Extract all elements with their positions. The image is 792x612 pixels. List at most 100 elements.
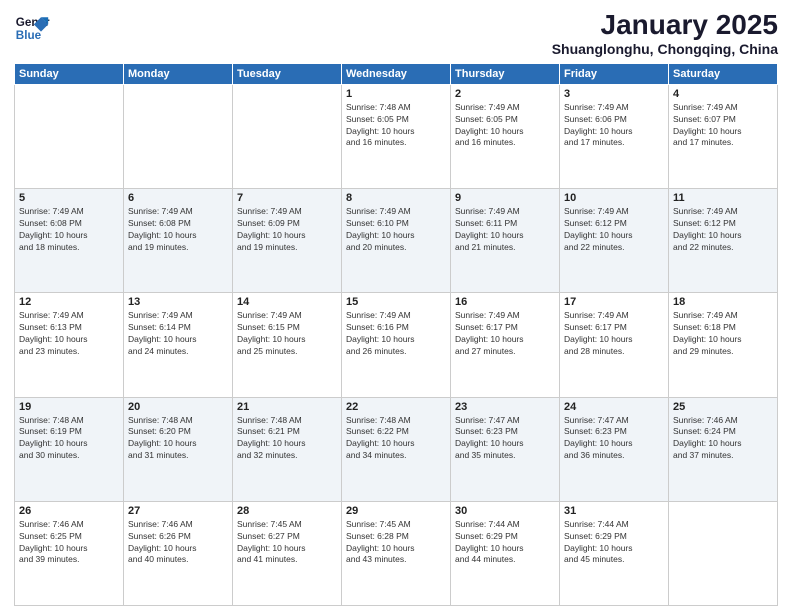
calendar-cell: 17 Sunrise: 7:49 AM Sunset: 6:17 PM Dayli…	[560, 293, 669, 397]
calendar-cell: 7 Sunrise: 7:49 AM Sunset: 6:09 PM Daylig…	[233, 189, 342, 293]
weekday-thursday: Thursday	[451, 63, 560, 84]
day-info: Sunrise: 7:49 AM Sunset: 6:12 PM Dayligh…	[673, 206, 773, 254]
day-number: 19	[19, 401, 119, 413]
day-info: Sunrise: 7:49 AM Sunset: 6:18 PM Dayligh…	[673, 310, 773, 358]
calendar-cell: 22Sunrise: 7:48 AM Sunset: 6:22 PM Dayli…	[342, 397, 451, 501]
calendar-cell: 30Sunrise: 7:44 AM Sunset: 6:29 PM Dayli…	[451, 501, 560, 605]
calendar-cell: 3 Sunrise: 7:49 AM Sunset: 6:06 PM Daylig…	[560, 84, 669, 188]
day-number: 23	[455, 401, 555, 413]
day-number: 29	[346, 505, 446, 517]
day-info: Sunrise: 7:49 AM Sunset: 6:13 PM Dayligh…	[19, 310, 119, 358]
logo: General Blue	[14, 10, 54, 46]
week-row-5: 26 Sunrise: 7:46 AM Sunset: 6:25 PM Dayli…	[15, 501, 778, 605]
calendar-cell: 4 Sunrise: 7:49 AM Sunset: 6:07 PM Daylig…	[669, 84, 778, 188]
day-number: 4	[673, 88, 773, 100]
week-row-3: 12Sunrise: 7:49 AM Sunset: 6:13 PM Dayli…	[15, 293, 778, 397]
day-info: Sunrise: 7:49 AM Sunset: 6:08 PM Dayligh…	[128, 206, 228, 254]
day-number: 17	[564, 296, 664, 308]
day-number: 13	[128, 296, 228, 308]
calendar-cell: 13Sunrise: 7:49 AM Sunset: 6:14 PM Dayli…	[124, 293, 233, 397]
calendar-cell: 9 Sunrise: 7:49 AM Sunset: 6:11 PM Daylig…	[451, 189, 560, 293]
calendar-cell: 11 Sunrise: 7:49 AM Sunset: 6:12 PM Dayli…	[669, 189, 778, 293]
calendar-cell: 12Sunrise: 7:49 AM Sunset: 6:13 PM Dayli…	[15, 293, 124, 397]
weekday-sunday: Sunday	[15, 63, 124, 84]
day-info: Sunrise: 7:49 AM Sunset: 6:17 PM Dayligh…	[455, 310, 555, 358]
calendar-cell: 16 Sunrise: 7:49 AM Sunset: 6:17 PM Dayli…	[451, 293, 560, 397]
day-number: 1	[346, 88, 446, 100]
weekday-wednesday: Wednesday	[342, 63, 451, 84]
calendar-cell: 6 Sunrise: 7:49 AM Sunset: 6:08 PM Daylig…	[124, 189, 233, 293]
day-info: Sunrise: 7:49 AM Sunset: 6:10 PM Dayligh…	[346, 206, 446, 254]
weekday-header-row: SundayMondayTuesdayWednesdayThursdayFrid…	[15, 63, 778, 84]
day-number: 8	[346, 192, 446, 204]
day-info: Sunrise: 7:48 AM Sunset: 6:05 PM Dayligh…	[346, 102, 446, 150]
day-info: Sunrise: 7:46 AM Sunset: 6:24 PM Dayligh…	[673, 415, 773, 463]
calendar-cell: 15Sunrise: 7:49 AM Sunset: 6:16 PM Dayli…	[342, 293, 451, 397]
calendar-cell: 20 Sunrise: 7:48 AM Sunset: 6:20 PM Dayli…	[124, 397, 233, 501]
day-info: Sunrise: 7:49 AM Sunset: 6:12 PM Dayligh…	[564, 206, 664, 254]
day-number: 3	[564, 88, 664, 100]
day-number: 22	[346, 401, 446, 413]
week-row-1: 1 Sunrise: 7:48 AM Sunset: 6:05 PM Daylig…	[15, 84, 778, 188]
calendar-cell	[233, 84, 342, 188]
day-info: Sunrise: 7:49 AM Sunset: 6:09 PM Dayligh…	[237, 206, 337, 254]
day-number: 15	[346, 296, 446, 308]
week-row-2: 5 Sunrise: 7:49 AM Sunset: 6:08 PM Daylig…	[15, 189, 778, 293]
weekday-tuesday: Tuesday	[233, 63, 342, 84]
calendar-cell	[124, 84, 233, 188]
calendar-cell: 18 Sunrise: 7:49 AM Sunset: 6:18 PM Dayli…	[669, 293, 778, 397]
day-info: Sunrise: 7:49 AM Sunset: 6:15 PM Dayligh…	[237, 310, 337, 358]
calendar-cell: 2Sunrise: 7:49 AM Sunset: 6:05 PM Daylig…	[451, 84, 560, 188]
weekday-friday: Friday	[560, 63, 669, 84]
calendar-cell: 26 Sunrise: 7:46 AM Sunset: 6:25 PM Dayli…	[15, 501, 124, 605]
day-info: Sunrise: 7:49 AM Sunset: 6:06 PM Dayligh…	[564, 102, 664, 150]
calendar-cell: 27Sunrise: 7:46 AM Sunset: 6:26 PM Dayli…	[124, 501, 233, 605]
day-number: 20	[128, 401, 228, 413]
calendar-cell: 29Sunrise: 7:45 AM Sunset: 6:28 PM Dayli…	[342, 501, 451, 605]
day-info: Sunrise: 7:47 AM Sunset: 6:23 PM Dayligh…	[455, 415, 555, 463]
day-number: 9	[455, 192, 555, 204]
day-number: 31	[564, 505, 664, 517]
day-number: 2	[455, 88, 555, 100]
calendar-cell: 14 Sunrise: 7:49 AM Sunset: 6:15 PM Dayli…	[233, 293, 342, 397]
day-number: 21	[237, 401, 337, 413]
day-number: 27	[128, 505, 228, 517]
day-info: Sunrise: 7:49 AM Sunset: 6:17 PM Dayligh…	[564, 310, 664, 358]
calendar-cell: 21 Sunrise: 7:48 AM Sunset: 6:21 PM Dayli…	[233, 397, 342, 501]
day-info: Sunrise: 7:48 AM Sunset: 6:20 PM Dayligh…	[128, 415, 228, 463]
day-number: 6	[128, 192, 228, 204]
calendar-cell	[669, 501, 778, 605]
weekday-monday: Monday	[124, 63, 233, 84]
calendar-cell: 23 Sunrise: 7:47 AM Sunset: 6:23 PM Dayli…	[451, 397, 560, 501]
calendar-cell: 19Sunrise: 7:48 AM Sunset: 6:19 PM Dayli…	[15, 397, 124, 501]
day-number: 5	[19, 192, 119, 204]
day-number: 14	[237, 296, 337, 308]
calendar-cell: 10 Sunrise: 7:49 AM Sunset: 6:12 PM Dayli…	[560, 189, 669, 293]
calendar-cell: 5 Sunrise: 7:49 AM Sunset: 6:08 PM Daylig…	[15, 189, 124, 293]
week-row-4: 19Sunrise: 7:48 AM Sunset: 6:19 PM Dayli…	[15, 397, 778, 501]
calendar-cell: 25Sunrise: 7:46 AM Sunset: 6:24 PM Dayli…	[669, 397, 778, 501]
logo-icon: General Blue	[14, 10, 50, 46]
day-number: 26	[19, 505, 119, 517]
svg-text:Blue: Blue	[16, 29, 42, 42]
day-number: 24	[564, 401, 664, 413]
day-number: 16	[455, 296, 555, 308]
day-info: Sunrise: 7:49 AM Sunset: 6:07 PM Dayligh…	[673, 102, 773, 150]
calendar-cell: 1 Sunrise: 7:48 AM Sunset: 6:05 PM Daylig…	[342, 84, 451, 188]
day-info: Sunrise: 7:44 AM Sunset: 6:29 PM Dayligh…	[455, 519, 555, 567]
calendar-cell: 8 Sunrise: 7:49 AM Sunset: 6:10 PM Daylig…	[342, 189, 451, 293]
day-info: Sunrise: 7:44 AM Sunset: 6:29 PM Dayligh…	[564, 519, 664, 567]
day-number: 18	[673, 296, 773, 308]
day-number: 7	[237, 192, 337, 204]
day-info: Sunrise: 7:46 AM Sunset: 6:25 PM Dayligh…	[19, 519, 119, 567]
calendar-cell: 24 Sunrise: 7:47 AM Sunset: 6:23 PM Dayli…	[560, 397, 669, 501]
day-info: Sunrise: 7:47 AM Sunset: 6:23 PM Dayligh…	[564, 415, 664, 463]
day-info: Sunrise: 7:48 AM Sunset: 6:21 PM Dayligh…	[237, 415, 337, 463]
calendar-cell: 31 Sunrise: 7:44 AM Sunset: 6:29 PM Dayli…	[560, 501, 669, 605]
calendar-table: SundayMondayTuesdayWednesdayThursdayFrid…	[14, 63, 778, 606]
day-number: 10	[564, 192, 664, 204]
day-info: Sunrise: 7:49 AM Sunset: 6:08 PM Dayligh…	[19, 206, 119, 254]
day-number: 28	[237, 505, 337, 517]
day-info: Sunrise: 7:49 AM Sunset: 6:11 PM Dayligh…	[455, 206, 555, 254]
day-number: 11	[673, 192, 773, 204]
